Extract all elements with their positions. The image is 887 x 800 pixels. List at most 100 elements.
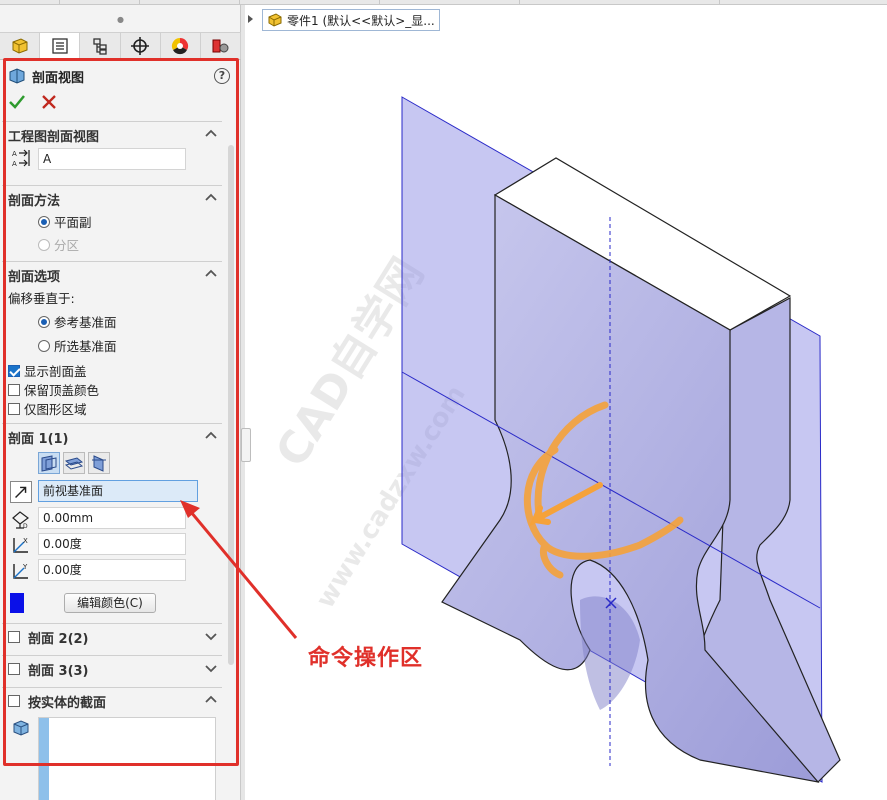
property-manager-panel: ● 剖面视图 ? 工程图剖面视图 AA A 剖面方法 平面副 分区 剖面选项 偏… — [0, 5, 242, 800]
rotate-x-input[interactable]: 0.00度 — [38, 533, 186, 555]
radio-zonal: 分区 — [38, 235, 79, 254]
rotate-x-icon: X — [13, 537, 28, 553]
plane-button-group — [38, 452, 110, 474]
svg-text:A: A — [12, 150, 17, 158]
section-title: 剖面 3(3) — [28, 663, 89, 679]
checkbox-label: 保留顶盖颜色 — [24, 383, 100, 398]
radio-reference-plane[interactable]: 参考基准面 — [38, 312, 117, 331]
svg-text:D: D — [23, 523, 28, 530]
chevron-up-icon[interactable] — [204, 693, 218, 707]
label-sort-icon: AA — [12, 149, 30, 168]
section-title: 按实体的截面 — [28, 695, 107, 711]
tab-dimxpert[interactable] — [121, 33, 161, 59]
ok-check-icon[interactable] — [8, 93, 26, 111]
tab-appearance[interactable] — [201, 33, 242, 59]
checkbox[interactable] — [8, 364, 20, 377]
checkbox[interactable] — [8, 402, 20, 415]
section-view-icon — [9, 68, 25, 84]
offset-distance-icon: D — [12, 511, 29, 530]
check-keep-cap-color[interactable]: 保留顶盖颜色 — [8, 380, 99, 399]
section-color-swatch[interactable] — [10, 593, 24, 613]
divider — [2, 423, 222, 424]
checkbox[interactable] — [8, 631, 20, 643]
section-header-section1[interactable]: 剖面 1(1) — [8, 427, 220, 447]
svg-text:A: A — [12, 160, 17, 168]
edit-color-button[interactable]: 编辑颜色(C) — [64, 593, 156, 613]
section-title: 剖面 2(2) — [28, 631, 89, 647]
radio-selected-plane[interactable]: 所选基准面 — [38, 336, 117, 355]
section-plane-input[interactable]: 前视基准面 — [38, 480, 198, 502]
chevron-up-icon[interactable] — [204, 429, 218, 443]
breadcrumb[interactable]: 零件1 (默认<<默认>_显... — [262, 9, 440, 31]
radio-label: 所选基准面 — [54, 339, 117, 354]
section-header-by-body[interactable]: 按实体的截面 — [8, 691, 220, 711]
checkbox-label: 显示剖面盖 — [24, 364, 87, 379]
cancel-x-icon[interactable] — [40, 93, 58, 111]
radio-planar[interactable]: 平面副 — [38, 212, 92, 231]
page-title: 剖面视图 — [32, 70, 85, 86]
body-cube-icon — [13, 720, 29, 736]
top-plane-icon[interactable] — [63, 452, 85, 474]
divider — [2, 121, 222, 122]
divider — [2, 185, 222, 186]
section-title: 工程图剖面视图 — [8, 129, 100, 145]
breadcrumb-expand-icon[interactable] — [248, 15, 253, 23]
tab-configuration-manager[interactable] — [80, 33, 121, 59]
rotate-y-input[interactable]: 0.00度 — [38, 559, 186, 581]
rotate-y-icon: Y — [13, 563, 28, 579]
color-wheel-icon — [172, 37, 189, 55]
check-show-cap[interactable]: 显示剖面盖 — [8, 361, 87, 380]
checkbox[interactable] — [8, 695, 20, 707]
part-icon — [12, 38, 28, 54]
radio-button — [38, 238, 50, 251]
radio-label: 分区 — [54, 238, 80, 253]
checkbox[interactable] — [8, 663, 20, 675]
crosshair-icon — [131, 37, 150, 55]
radio-button[interactable] — [38, 315, 50, 328]
right-plane-icon[interactable] — [88, 452, 110, 474]
chevron-down-icon[interactable] — [204, 661, 218, 675]
offset-label: 偏移垂直于: — [8, 291, 75, 306]
svg-text:Y: Y — [22, 563, 28, 571]
panel-grip[interactable]: ● — [0, 10, 241, 32]
radio-label: 平面副 — [54, 215, 92, 230]
radio-button[interactable] — [38, 215, 50, 228]
radio-label: 参考基准面 — [54, 315, 117, 330]
section-title: 剖面方法 — [8, 193, 61, 209]
reverse-direction-icon[interactable] — [10, 481, 32, 503]
tab-property-manager[interactable] — [40, 33, 81, 59]
chevron-up-icon[interactable] — [204, 127, 218, 141]
tab-display-manager[interactable] — [161, 33, 201, 59]
svg-text:X: X — [23, 537, 28, 545]
graphics-viewport[interactable]: CAD自学网 www.cadzxw.com — [245, 32, 887, 800]
chevron-up-icon[interactable] — [204, 267, 218, 281]
breadcrumb-label: 零件1 (默认<<默认>_显... — [287, 13, 435, 28]
checkbox[interactable] — [8, 383, 20, 396]
checkbox-label: 仅图形区域 — [24, 402, 87, 417]
divider — [2, 655, 222, 656]
offset-distance-input[interactable]: 0.00mm — [38, 507, 186, 529]
ok-cancel-bar — [8, 93, 58, 111]
annotation-label: 命令操作区 — [308, 646, 424, 671]
section-header-method[interactable]: 剖面方法 — [8, 189, 220, 209]
body-selection-list[interactable] — [38, 717, 216, 800]
section-title: 剖面选项 — [8, 269, 61, 285]
manager-tabs — [0, 32, 242, 60]
radio-button[interactable] — [38, 339, 50, 352]
chevron-up-icon[interactable] — [204, 191, 218, 205]
help-icon[interactable]: ? — [214, 68, 230, 84]
section-header-options[interactable]: 剖面选项 — [8, 265, 220, 285]
property-list-icon — [52, 38, 68, 54]
divider — [2, 687, 222, 688]
check-graphics-only[interactable]: 仅图形区域 — [8, 399, 87, 418]
appearance-icon — [212, 39, 229, 53]
list-focus-bar — [39, 718, 49, 800]
tab-feature-manager[interactable] — [0, 33, 41, 59]
front-plane-icon[interactable] — [38, 452, 60, 474]
section-title: 剖面 1(1) — [8, 431, 69, 447]
property-manager-header: 剖面视图 ? — [8, 65, 234, 87]
section-header-section3[interactable]: 剖面 3(3) — [8, 659, 220, 679]
configuration-icon — [93, 38, 107, 55]
section-header-drawing[interactable]: 工程图剖面视图 — [8, 125, 220, 145]
section-label-input[interactable]: A — [38, 148, 186, 170]
